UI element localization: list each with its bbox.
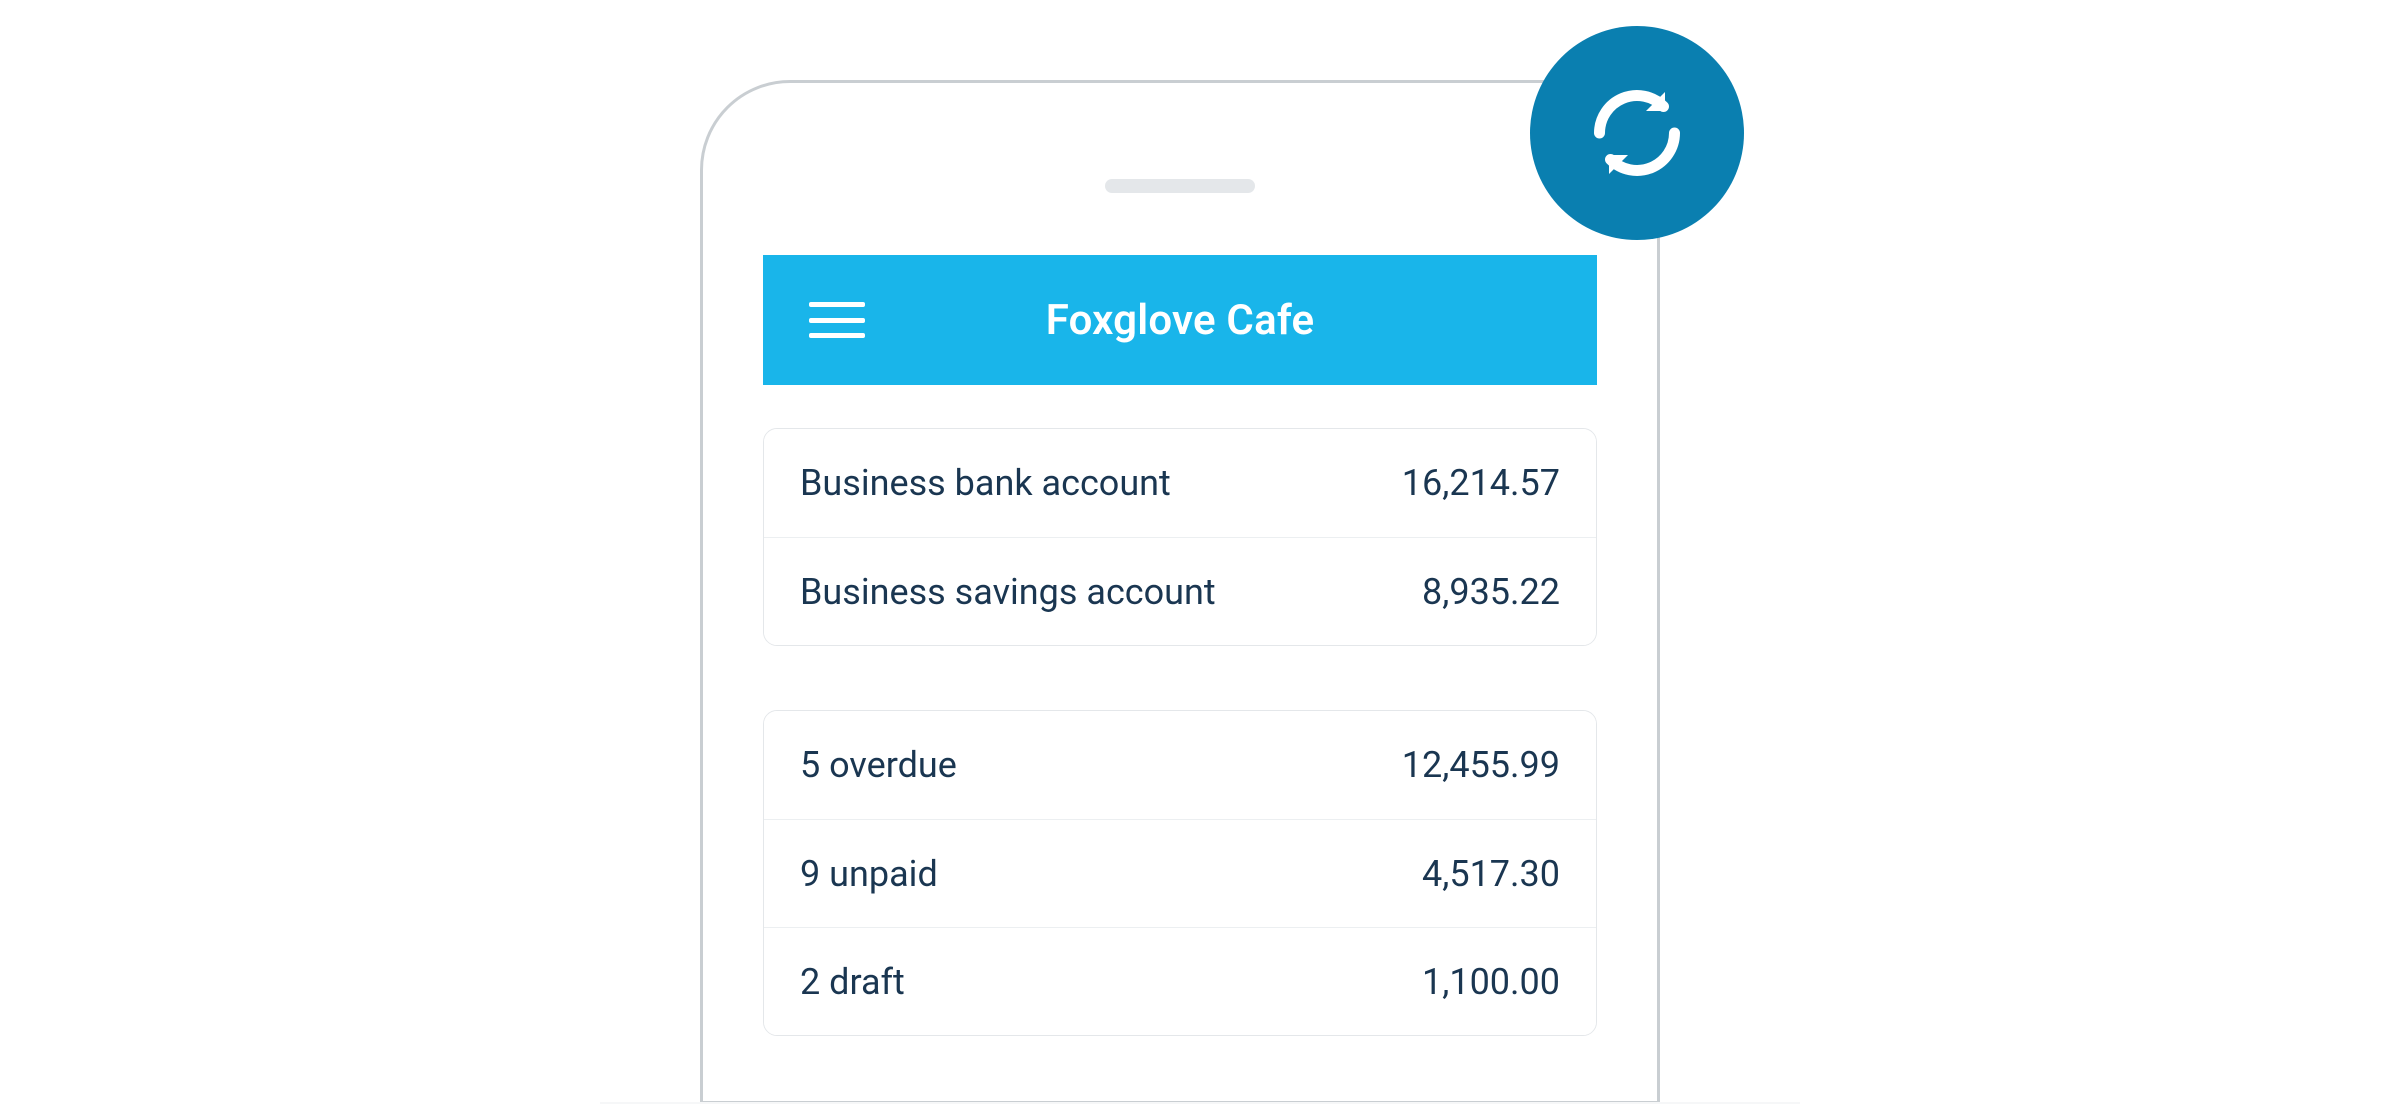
phone-frame: Foxglove Cafe Business bank account 16,2… <box>700 80 1660 1104</box>
app-title: Foxglove Cafe <box>763 296 1597 345</box>
sync-button[interactable] <box>1530 26 1744 240</box>
account-label: Business savings account <box>800 571 1216 613</box>
invoice-label: 5 overdue <box>800 744 957 786</box>
account-value: 16,214.57 <box>1402 462 1560 504</box>
invoice-value: 12,455.99 <box>1402 744 1560 786</box>
account-label: Business bank account <box>800 462 1171 504</box>
invoice-row[interactable]: 5 overdue 12,455.99 <box>764 711 1596 819</box>
invoice-label: 9 unpaid <box>800 853 938 895</box>
phone-speaker <box>1105 179 1255 193</box>
account-row[interactable]: Business bank account 16,214.57 <box>764 429 1596 537</box>
sync-icon <box>1577 73 1697 193</box>
invoice-row[interactable]: 9 unpaid 4,517.30 <box>764 819 1596 927</box>
menu-icon[interactable] <box>809 302 865 338</box>
dashboard-content: Business bank account 16,214.57 Business… <box>763 428 1597 1101</box>
invoice-row[interactable]: 2 draft 1,100.00 <box>764 927 1596 1035</box>
account-row[interactable]: Business savings account 8,935.22 <box>764 537 1596 645</box>
invoice-label: 2 draft <box>800 961 905 1003</box>
invoices-card: 5 overdue 12,455.99 9 unpaid 4,517.30 2 … <box>763 710 1597 1036</box>
accounts-card: Business bank account 16,214.57 Business… <box>763 428 1597 646</box>
account-value: 8,935.22 <box>1422 571 1560 613</box>
invoice-value: 1,100.00 <box>1422 961 1560 1003</box>
app-header: Foxglove Cafe <box>763 255 1597 385</box>
invoice-value: 4,517.30 <box>1422 853 1560 895</box>
